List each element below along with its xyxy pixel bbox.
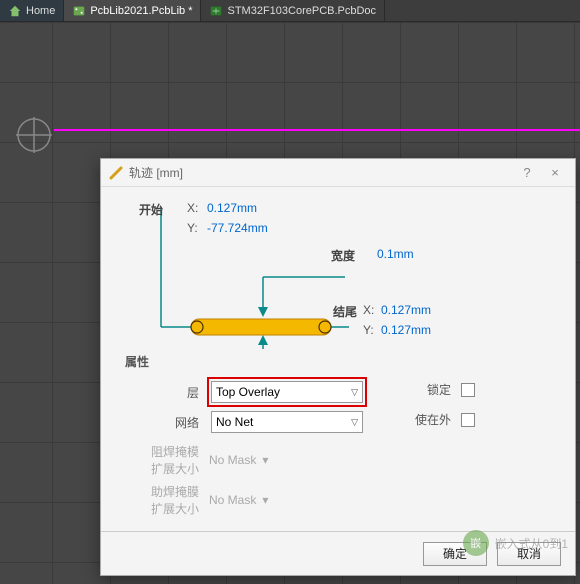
pcblib-icon <box>72 4 86 18</box>
soldermask-label-2: 扩展大小 <box>141 460 199 477</box>
layer-row: 层 Top Overlay ▽ <box>161 377 367 407</box>
net-combo[interactable]: No Net ▽ <box>211 411 363 433</box>
pastemask-row: 助焊掩膜 扩展大小 No Mask ▾ <box>141 483 268 517</box>
chevron-down-icon: ▽ <box>351 387 358 398</box>
end-label: 结尾 <box>333 303 357 320</box>
tab-pcblib[interactable]: PcbLib2021.PcbLib * <box>64 0 201 21</box>
start-label: 开始 <box>139 201 163 218</box>
lock-row: 锁定 <box>413 381 475 398</box>
pastemask-label-1: 助焊掩膜 <box>141 483 199 500</box>
tab-pcbdoc-label: STM32F103CorePCB.PcbDoc <box>227 5 376 17</box>
net-label: 网络 <box>161 414 199 431</box>
tab-home[interactable]: Home <box>0 0 64 21</box>
start-y-label: Y: <box>187 221 198 235</box>
start-x-value[interactable]: 0.127mm <box>207 201 257 215</box>
track-preview-line <box>54 129 580 131</box>
tab-pcbdoc[interactable]: STM32F103CorePCB.PcbDoc <box>201 0 385 21</box>
dialog-title: 轨迹 [mm] <box>129 164 513 181</box>
highlight-box: Top Overlay ▽ <box>207 377 367 407</box>
pcbdoc-icon <box>209 4 223 18</box>
track-dialog: 轨迹 [mm] ? × 开始 <box>100 158 576 576</box>
pastemask-value: No Mask <box>209 493 256 507</box>
start-x-label: X: <box>187 201 198 215</box>
keepout-checkbox[interactable] <box>461 413 475 427</box>
origin-marker <box>14 115 54 155</box>
lock-label: 锁定 <box>413 381 451 398</box>
start-y-value[interactable]: -77.724mm <box>207 221 268 235</box>
end-y-value[interactable]: 0.127mm <box>381 323 431 337</box>
keepout-label: 使在外 <box>413 411 451 428</box>
help-button[interactable]: ? <box>513 162 541 184</box>
soldermask-row: 阻焊掩模 扩展大小 No Mask ▾ <box>141 443 268 477</box>
watermark: 嵌 嵌入式从0到1 <box>463 530 568 556</box>
soldermask-value: No Mask <box>209 453 256 467</box>
end-x-value[interactable]: 0.127mm <box>381 303 431 317</box>
end-y-label: Y: <box>363 323 374 337</box>
net-row: 网络 No Net ▽ <box>161 411 363 433</box>
width-label: 宽度 <box>331 247 355 264</box>
home-icon <box>8 4 22 18</box>
close-button[interactable]: × <box>541 162 569 184</box>
dialog-body: 开始 X: 0.127mm Y: -77.724mm 宽度 0.1mm 结尾 X… <box>101 187 575 531</box>
track-icon <box>109 166 123 180</box>
tab-bar: Home PcbLib2021.PcbLib * STM32F103CorePC… <box>0 0 580 22</box>
width-value[interactable]: 0.1mm <box>377 247 414 261</box>
pastemask-label-2: 扩展大小 <box>141 500 199 517</box>
tab-home-label: Home <box>26 5 55 17</box>
soldermask-label-1: 阻焊掩模 <box>141 443 199 460</box>
layer-combo-value: Top Overlay <box>216 385 280 399</box>
lock-checkbox[interactable] <box>461 383 475 397</box>
chevron-down-icon: ▽ <box>351 417 358 428</box>
watermark-text: 嵌入式从0到1 <box>495 535 568 552</box>
watermark-logo: 嵌 <box>463 530 489 556</box>
dialog-titlebar[interactable]: 轨迹 [mm] ? × <box>101 159 575 187</box>
section-properties: 属性 <box>125 353 149 370</box>
keepout-row: 使在外 <box>413 411 475 428</box>
tab-pcblib-label: PcbLib2021.PcbLib * <box>90 5 192 17</box>
chevron-down-icon: ▾ <box>262 493 268 507</box>
layer-label: 层 <box>161 384 199 401</box>
net-combo-value: No Net <box>216 415 253 429</box>
end-x-label: X: <box>363 303 374 317</box>
layer-combo[interactable]: Top Overlay ▽ <box>211 381 363 403</box>
chevron-down-icon: ▾ <box>262 453 268 467</box>
